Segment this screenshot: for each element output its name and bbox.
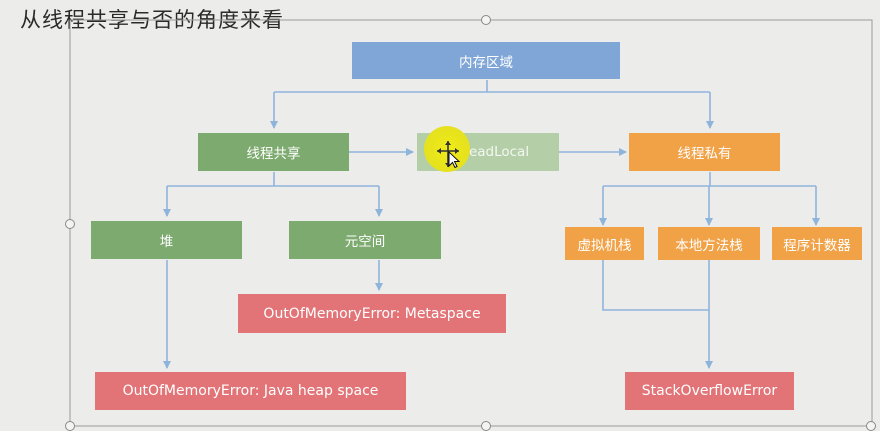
frame-handle-bottom[interactable] (481, 421, 491, 431)
node-program-counter[interactable]: 程序计数器 (772, 227, 862, 260)
node-vm-stack[interactable]: 虚拟机栈 (565, 227, 644, 260)
cursor-icon (437, 141, 460, 168)
node-memory-area[interactable]: 内存区域 (352, 42, 620, 79)
node-thread-shared[interactable]: 线程共享 (198, 133, 349, 171)
node-stack-overflow-error[interactable]: StackOverflowError (625, 372, 794, 410)
node-oom-java-heap[interactable]: OutOfMemoryError: Java heap space (95, 372, 406, 410)
node-metaspace[interactable]: 元空间 (289, 221, 441, 259)
node-heap[interactable]: 堆 (91, 221, 242, 259)
node-native-method-stack[interactable]: 本地方法栈 (658, 227, 760, 260)
connector-vm-stack-join (602, 260, 709, 311)
node-oom-metaspace[interactable]: OutOfMemoryError: Metaspace (238, 294, 506, 333)
frame-handle-top[interactable] (481, 15, 491, 25)
frame-handle-bottom-left[interactable] (65, 421, 75, 431)
frame-handle-left[interactable] (65, 219, 75, 229)
node-thread-private[interactable]: 线程私有 (629, 133, 780, 171)
frame-handle-bottom-right[interactable] (866, 421, 876, 431)
